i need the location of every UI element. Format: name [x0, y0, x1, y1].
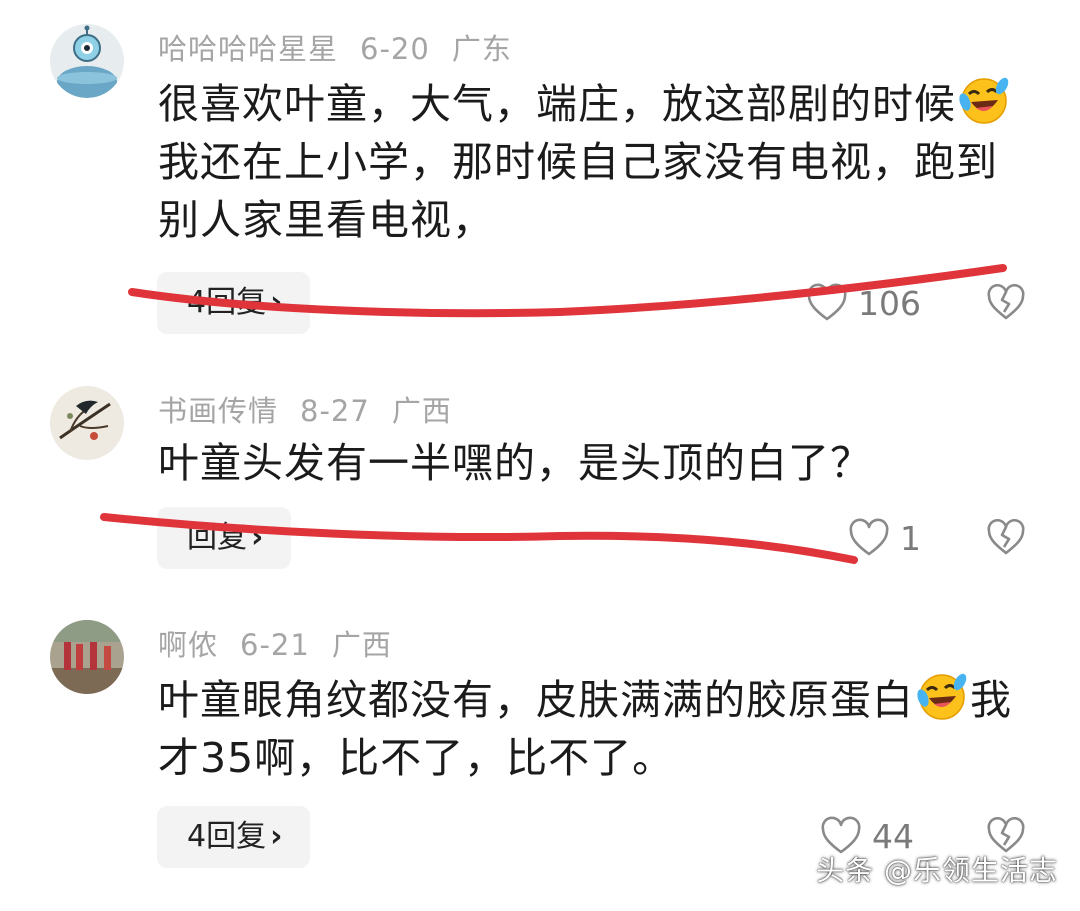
chevron-right-icon: ›: [251, 520, 264, 555]
comment-text-line: 我还在上小学，那时候自己家没有电视，跑到: [158, 138, 998, 186]
comment-text-line: 我: [970, 676, 1012, 724]
comment-meta: 书画传情 8-27 广西: [158, 388, 474, 430]
like-count: 1: [900, 518, 921, 558]
comment-text-line: 叶童头发有一半嘿的，是头顶的白了？: [158, 439, 872, 487]
avatar[interactable]: [50, 620, 124, 694]
comment-date: 8-27: [300, 394, 370, 428]
comment-meta: 哈哈哈哈星星 6-20 广东: [158, 26, 534, 68]
username[interactable]: 啊侬: [158, 628, 218, 662]
dislike-button[interactable]: [986, 284, 1026, 322]
replies-button[interactable]: 4回复 ›: [157, 272, 311, 334]
comment-meta: 啊侬 6-21 广西: [158, 622, 414, 664]
username[interactable]: 哈哈哈哈星星: [158, 32, 338, 66]
replies-button[interactable]: 4回复 ›: [157, 806, 311, 868]
broken-heart-icon: [987, 519, 1025, 555]
comment-text-line: 叶童眼角纹都没有，皮肤满满的胶原蛋白: [158, 676, 914, 724]
comment-location: 广东: [451, 32, 512, 66]
chevron-right-icon: ›: [270, 819, 283, 854]
comment-date: 6-21: [240, 628, 310, 662]
comment-text-line: 别人家里看电视，: [158, 196, 494, 244]
comment-location: 广西: [331, 628, 392, 662]
like-count: 106: [858, 283, 921, 323]
laughing-crying-emoji-icon: [914, 668, 970, 724]
heart-outline-icon: [849, 518, 889, 556]
comment-text: 叶童眼角纹都没有，皮肤满满的胶原蛋白 我 才35啊，比不了，比不了。: [158, 668, 1028, 787]
replies-label: 回复: [187, 520, 247, 555]
dislike-button[interactable]: [986, 519, 1026, 557]
comment-text: 叶童头发有一半嘿的，是头顶的白了？: [158, 434, 1028, 492]
watermark: 头条 @乐领生活志: [816, 854, 1058, 887]
like-button[interactable]: 1: [848, 513, 921, 563]
comment-text-line: 很喜欢叶童，大气，端庄，放这部剧的时候: [158, 80, 956, 128]
username[interactable]: 书画传情: [158, 394, 278, 428]
comment-list: 哈哈哈哈星星 6-20 广东 很喜欢叶童，大气，端庄，放这部剧的时候 我还在上小学，…: [0, 0, 1080, 911]
replies-label: 4回复: [187, 819, 267, 854]
replies-label: 4回复: [187, 285, 267, 320]
broken-heart-icon: [987, 284, 1025, 320]
like-button[interactable]: 106: [806, 278, 921, 328]
comment-text: 很喜欢叶童，大气，端庄，放这部剧的时候 我还在上小学，那时候自己家没有电视，跑到…: [158, 72, 1028, 249]
comment-location: 广西: [391, 394, 452, 428]
laughing-crying-emoji-icon: [956, 72, 1012, 128]
comment-date: 6-20: [360, 32, 430, 66]
avatar[interactable]: [50, 24, 124, 98]
heart-outline-icon: [807, 283, 847, 321]
comment-text-line: 才35啊，比不了，比不了。: [158, 734, 675, 782]
replies-button[interactable]: 回复 ›: [157, 507, 292, 569]
avatar[interactable]: [50, 386, 124, 460]
chevron-right-icon: ›: [270, 285, 283, 320]
